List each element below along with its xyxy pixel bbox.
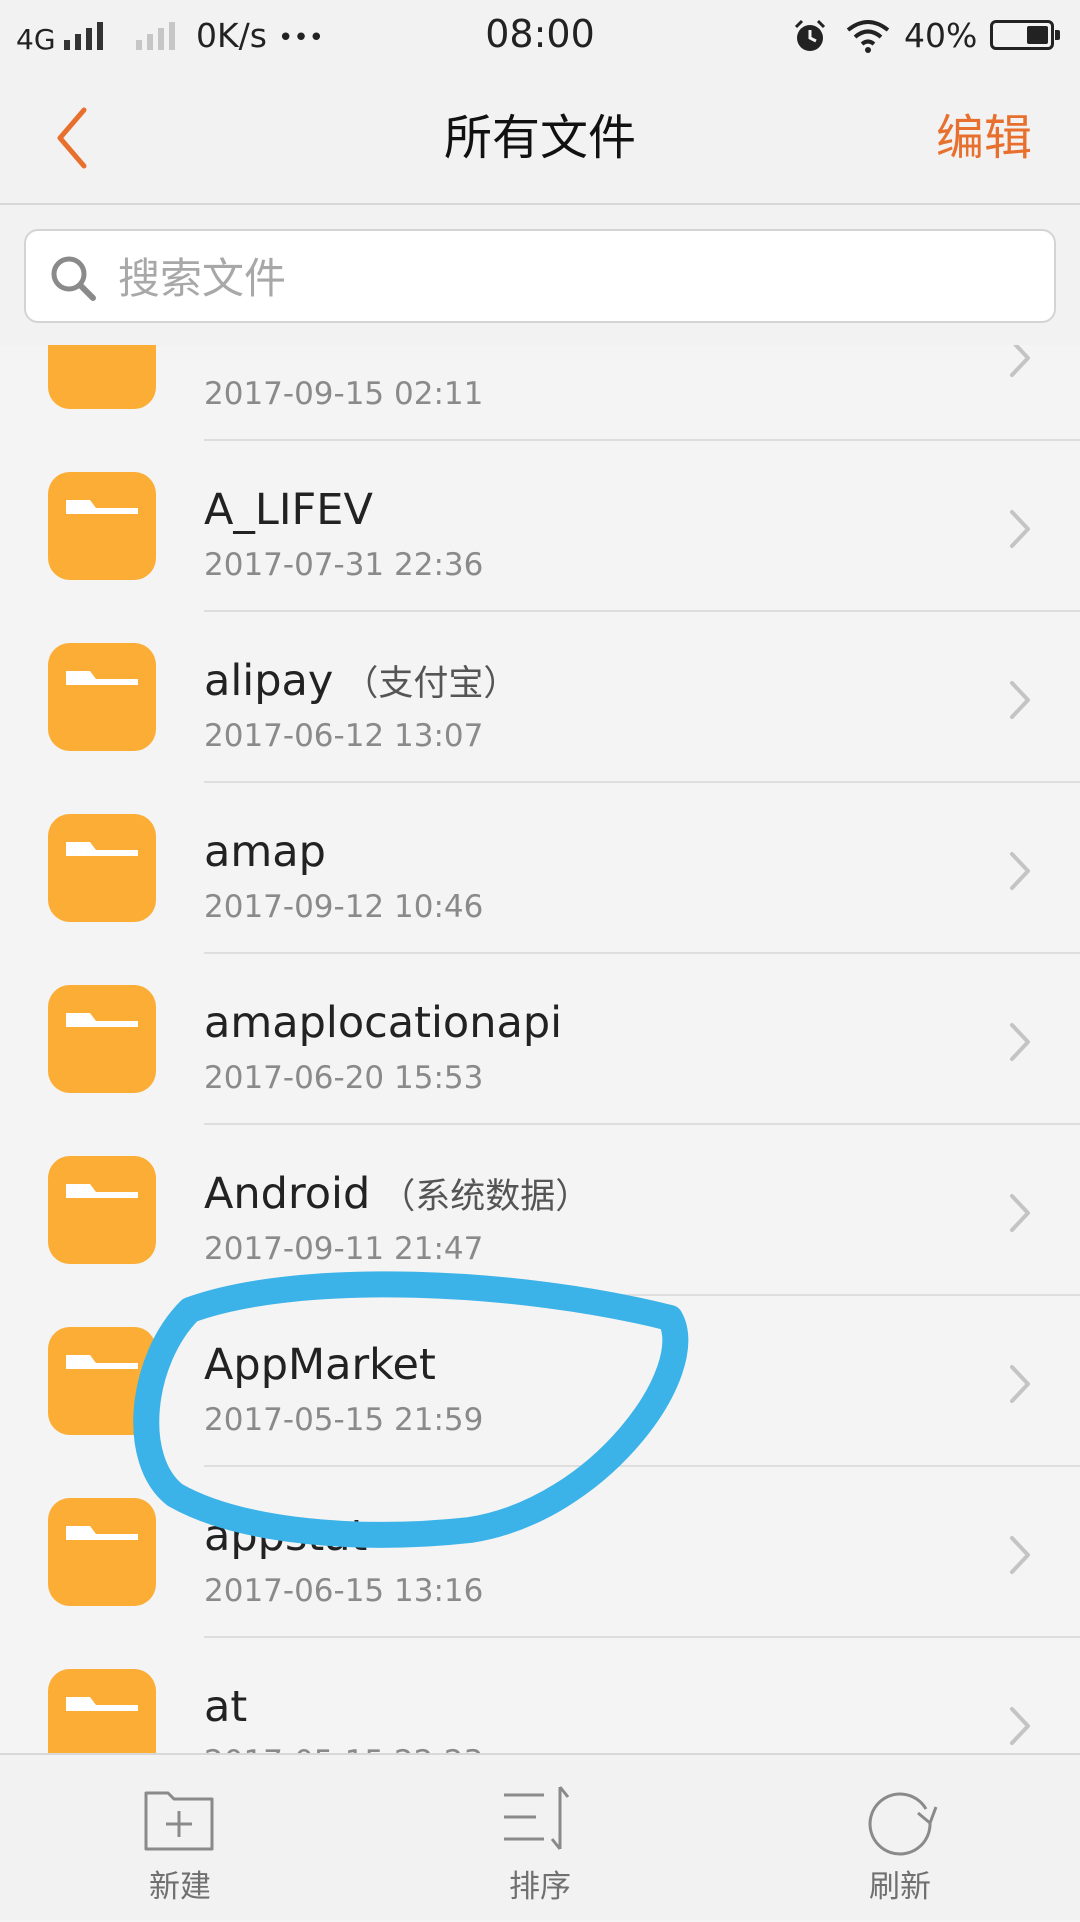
bottom-toolbar: 新建 排序 刷新 — [0, 1753, 1080, 1920]
folder-icon — [48, 1156, 156, 1264]
file-date: 2017-09-15 02:11 — [204, 376, 484, 412]
file-row[interactable]: amaplocationapi 2017-06-20 15:53 — [0, 954, 1080, 1125]
file-name-text: amaplocationapi — [204, 998, 563, 1048]
chevron-right-icon — [1010, 1365, 1030, 1403]
folder-icon — [48, 1327, 156, 1435]
file-name: Android （系统数据） — [204, 1167, 590, 1224]
sort-label: 排序 — [509, 1869, 571, 1905]
file-row[interactable]: at 2017-05-15 22:23 — [0, 1638, 1080, 1753]
chevron-right-icon — [1010, 681, 1030, 719]
file-name — [204, 345, 214, 369]
new-folder-icon — [144, 1791, 214, 1851]
new-folder-label: 新建 — [149, 1869, 211, 1905]
file-row[interactable]: amap 2017-09-12 10:46 — [0, 783, 1080, 954]
file-row[interactable]: 2017-09-15 02:11 — [0, 345, 1080, 441]
chevron-right-icon — [1010, 1536, 1030, 1574]
refresh-icon — [868, 1792, 938, 1856]
file-name: A_LIFEV — [204, 483, 383, 540]
file-name-text: appstat — [204, 1511, 368, 1561]
refresh-button[interactable]: 刷新 — [720, 1755, 1080, 1922]
file-date: 2017-05-15 21:59 — [204, 1402, 484, 1438]
file-name-text: A_LIFEV — [204, 485, 373, 535]
file-row[interactable]: AppMarket 2017-05-15 21:59 — [0, 1296, 1080, 1467]
chevron-right-icon — [1010, 345, 1030, 377]
file-name: at — [204, 1680, 257, 1737]
file-date: 2017-09-12 10:46 — [204, 889, 484, 925]
file-name: alipay （支付宝） — [204, 654, 518, 711]
file-date: 2017-06-20 15:53 — [204, 1060, 484, 1096]
sort-icon — [504, 1786, 570, 1850]
file-name-text: amap — [204, 827, 326, 877]
search-input[interactable] — [116, 245, 1020, 311]
file-list-content: 2017-09-15 02:11 A_LIFEV 2017-07-31 22:3… — [0, 345, 1080, 1753]
edit-button[interactable]: 编辑 — [936, 102, 1032, 174]
folder-icon — [48, 345, 156, 409]
folder-icon — [48, 1669, 156, 1753]
file-name-text: AppMarket — [204, 1340, 436, 1390]
file-name-text: Android — [204, 1169, 371, 1219]
file-note: （支付宝） — [343, 664, 519, 704]
battery-icon — [990, 20, 1060, 50]
file-name: appstat — [204, 1509, 377, 1566]
file-row[interactable]: Android （系统数据） 2017-09-11 21:47 — [0, 1125, 1080, 1296]
file-row[interactable]: alipay （支付宝） 2017-06-12 13:07 — [0, 612, 1080, 783]
search-icon — [51, 256, 96, 301]
folder-icon — [48, 643, 156, 751]
file-row[interactable]: A_LIFEV 2017-07-31 22:36 — [0, 441, 1080, 612]
file-date: 2017-09-11 21:47 — [204, 1231, 484, 1267]
chevron-right-icon — [1010, 852, 1030, 890]
file-date: 2017-07-31 22:36 — [204, 547, 484, 583]
search-box[interactable] — [24, 229, 1056, 323]
page-title: 所有文件 — [443, 110, 636, 166]
file-name: amaplocationapi — [204, 996, 572, 1053]
file-date: 2017-06-15 13:16 — [204, 1573, 484, 1609]
chevron-right-icon — [1010, 1707, 1030, 1745]
search-area — [0, 205, 1080, 345]
file-name-text: alipay — [204, 656, 334, 706]
folder-icon — [48, 814, 156, 922]
chevron-right-icon — [1010, 510, 1030, 548]
file-name: amap — [204, 825, 336, 882]
chevron-right-icon — [1010, 1194, 1030, 1232]
refresh-label: 刷新 — [869, 1869, 931, 1905]
wifi-icon — [846, 20, 890, 53]
folder-icon — [48, 985, 156, 1093]
alarm-icon — [794, 19, 826, 51]
file-date: 2017-05-15 22:23 — [204, 1742, 483, 1753]
nav-bar: 所有文件 编辑 — [0, 72, 1080, 205]
file-list[interactable]: 2017-09-15 02:11 A_LIFEV 2017-07-31 22:3… — [0, 345, 1080, 1753]
sort-button[interactable]: 排序 — [360, 1755, 720, 1922]
battery-fill — [1027, 26, 1048, 44]
folder-icon — [48, 472, 156, 580]
file-date: 2017-06-12 13:07 — [204, 718, 484, 754]
chevron-right-icon — [1010, 1023, 1030, 1061]
folder-icon — [48, 1498, 156, 1606]
status-bar: 4G 0K/s ••• 08:00 40% — [0, 0, 1080, 72]
file-row[interactable]: appstat 2017-06-15 13:16 — [0, 1467, 1080, 1638]
file-name-text: at — [204, 1682, 248, 1732]
file-name: AppMarket — [204, 1338, 446, 1395]
file-note: （系统数据） — [380, 1177, 591, 1217]
battery-percent: 40% — [904, 16, 978, 55]
new-folder-button[interactable]: 新建 — [0, 1755, 360, 1922]
